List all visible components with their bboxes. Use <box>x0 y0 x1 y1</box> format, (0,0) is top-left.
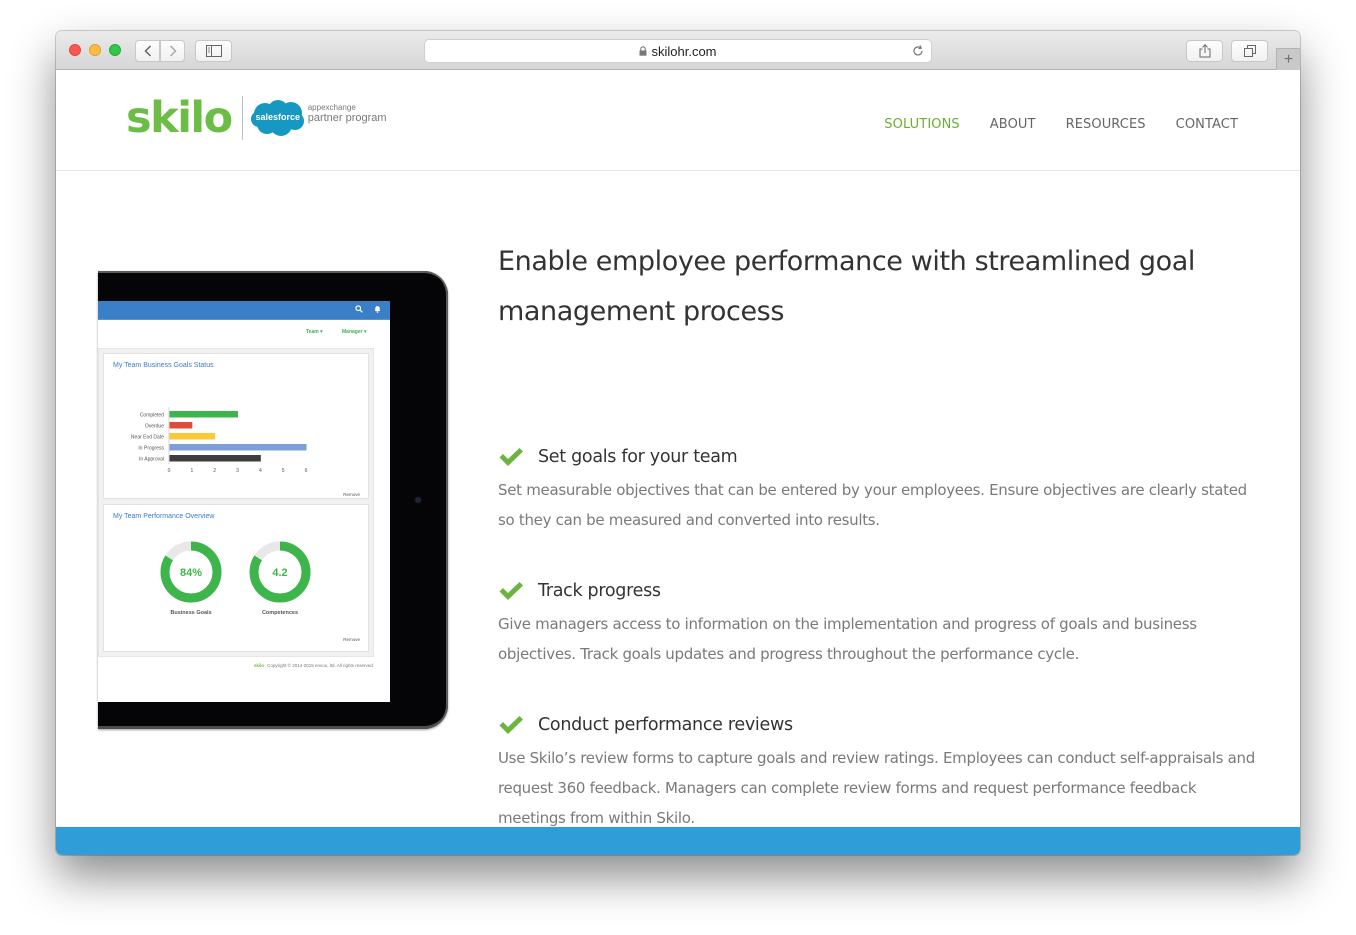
team-dropdown: Team ▾ <box>306 329 323 335</box>
mini-skilo-logo: skilo <box>253 663 265 668</box>
y-tick-label: Overdue <box>145 424 164 430</box>
feature-item: Conduct performance reviews Use Skilo’s … <box>498 712 1258 833</box>
feature-title: Conduct performance reviews <box>538 715 793 735</box>
minimize-window-button[interactable] <box>89 44 101 56</box>
goals-status-chart: Completed Overdue Near End Date In Progress… <box>131 407 308 474</box>
app-top-bar <box>98 301 390 320</box>
site-logo[interactable]: skilo salesforce appexchange partner pro… <box>126 96 387 140</box>
share-icon <box>1199 44 1210 58</box>
donut-caption: Business Goals <box>170 610 211 616</box>
appexchange-label: appexchange <box>307 103 356 112</box>
nav-about[interactable]: ABOUT <box>990 117 1036 132</box>
logo-divider <box>241 96 243 140</box>
site-header: skilo salesforce appexchange partner pro… <box>56 70 1300 171</box>
y-tick-label: Completed <box>140 413 164 419</box>
skilo-logo-text: skilo <box>126 92 233 143</box>
forward-button[interactable] <box>160 40 185 62</box>
x-tick-label: 3 <box>236 468 239 474</box>
feature-description: Set measurable objectives that can be en… <box>498 481 1247 529</box>
feature-item: Set goals for your team Set measurable o… <box>498 444 1258 535</box>
nav-solutions[interactable]: SOLUTIONS <box>884 117 959 132</box>
donut-value-label: 4.2 <box>272 567 287 579</box>
bar-completed <box>169 411 238 418</box>
performance-overview-panel: My Team Performance Overview 84% Business… <box>103 504 369 652</box>
close-window-button[interactable] <box>69 44 81 56</box>
partner-program-label: partner program <box>307 112 387 124</box>
plus-icon: + <box>1283 50 1294 68</box>
bar-in-progress <box>169 444 307 451</box>
copyright-text: Copyright © 2014-2015 envoo, ltd. All ri… <box>267 663 374 668</box>
y-tick-label: In Approval <box>139 457 164 463</box>
goals-remove-link: Remove <box>343 492 360 497</box>
donut-business-goals: 84% Business Goals <box>160 541 222 616</box>
bar-overdue <box>169 422 193 429</box>
x-tick-label: 5 <box>282 468 285 474</box>
address-bar[interactable]: skilohr.com <box>424 39 932 63</box>
bell-icon <box>375 306 380 313</box>
goals-status-panel: My Team Business Goals Status Completed O… <box>103 353 369 499</box>
salesforce-cloud-icon: salesforce <box>250 99 305 137</box>
donut-caption: Competences <box>262 610 298 616</box>
performance-donuts: 84% Business Goals 4.2 Competences <box>160 541 311 616</box>
page-headline: Enable employee performance with streaml… <box>498 246 1195 327</box>
browser-window: skilohr.com + skilo salesforce appexchan… <box>56 31 1300 855</box>
feature-title: Set goals for your team <box>538 447 738 467</box>
checkmark-icon <box>499 582 523 600</box>
x-tick-label: 4 <box>259 468 262 474</box>
tablet-camera <box>415 497 421 503</box>
show-tabs-button[interactable] <box>1231 40 1268 62</box>
footer-bar <box>56 827 1300 855</box>
donut-value-label: 84% <box>180 567 202 579</box>
feature-description: Give managers access to information on t… <box>498 615 1197 663</box>
partner-program-text: appexchange partner program <box>308 104 387 124</box>
lock-icon <box>639 46 647 56</box>
sidebar-toggle-button[interactable] <box>195 40 232 62</box>
reload-icon[interactable] <box>911 44 925 58</box>
share-button[interactable] <box>1186 40 1223 62</box>
manager-dropdown: Manager ▾ <box>342 329 367 335</box>
feature-item: Track progress Give managers access to i… <box>498 578 1258 669</box>
donut-competences: 4.2 Competences <box>249 541 311 616</box>
main-nav: SOLUTIONS ABOUT RESOURCES CONTACT <box>884 117 1238 132</box>
url-text: skilohr.com <box>651 43 717 59</box>
web-page: skilo salesforce appexchange partner pro… <box>56 70 1300 855</box>
feature-description: Use Skilo’s review forms to capture goal… <box>498 749 1255 827</box>
new-tab-button[interactable]: + <box>1276 48 1300 70</box>
chevron-right-icon <box>169 45 177 57</box>
nav-contact[interactable]: CONTACT <box>1176 117 1238 132</box>
sidebar-icon <box>205 45 222 57</box>
nav-resources[interactable]: RESOURCES <box>1066 117 1146 132</box>
back-button[interactable] <box>135 40 160 62</box>
x-tick-label: 0 <box>168 468 171 474</box>
zoom-window-button[interactable] <box>109 44 121 56</box>
main-content: Enable employee performance with streaml… <box>498 230 1258 827</box>
browser-toolbar: skilohr.com + <box>56 31 1300 70</box>
dashboard-panels: My Team Business Goals Status Completed O… <box>98 348 374 657</box>
y-tick-label: Near End Date <box>131 435 164 441</box>
bar-in-approval <box>169 455 261 462</box>
bar-near-end-date <box>169 433 216 440</box>
salesforce-label: salesforce <box>255 112 300 122</box>
tabs-icon <box>1243 45 1256 57</box>
y-tick-label: In Progress <box>138 446 164 452</box>
app-filter-bar: Team ▾ Manager ▾ <box>98 320 390 344</box>
x-tick-label: 1 <box>190 468 193 474</box>
checkmark-icon <box>499 716 523 734</box>
performance-remove-link: Remove <box>343 637 360 642</box>
x-tick-label: 6 <box>305 468 308 474</box>
desktop: skilohr.com + skilo salesforce appexchan… <box>0 0 1356 935</box>
x-tick-label: 2 <box>213 468 216 474</box>
checkmark-icon <box>499 448 523 466</box>
search-icon <box>355 305 363 313</box>
tablet-screen: Team ▾ Manager ▾ My Team Business Goals … <box>98 301 390 702</box>
feature-title: Track progress <box>538 581 661 601</box>
chevron-left-icon <box>143 45 151 57</box>
app-copyright: skilo Copyright © 2014-2015 envoo, ltd. A… <box>254 663 374 668</box>
tablet-mockup-image: Team ▾ Manager ▾ My Team Business Goals … <box>98 271 448 729</box>
